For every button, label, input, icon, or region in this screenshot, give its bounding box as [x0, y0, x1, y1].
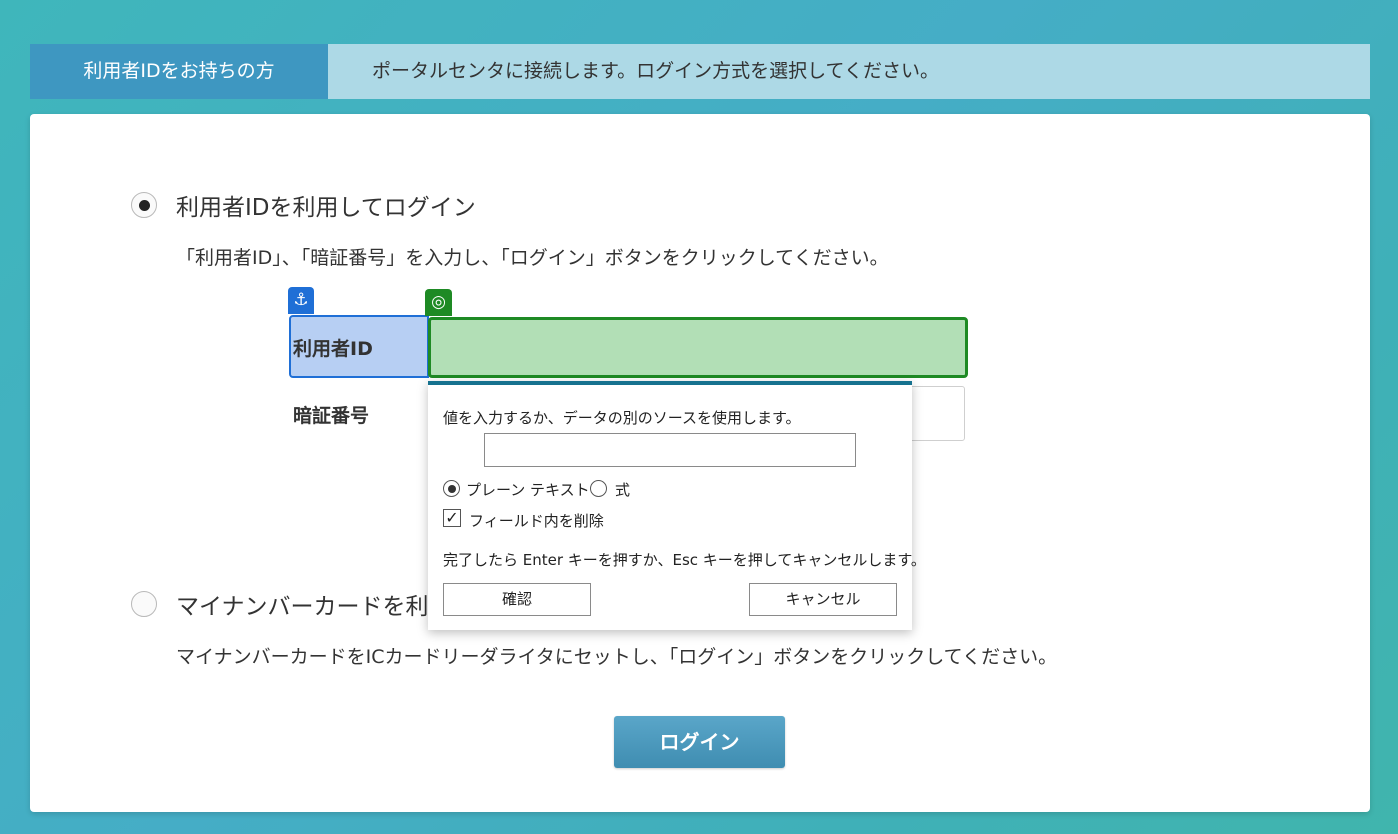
- login-method-card-radio[interactable]: [131, 591, 157, 617]
- popup-prompt: 値を入力するか、データの別のソースを使用します。: [443, 409, 801, 427]
- confirm-button[interactable]: 確認: [443, 583, 591, 616]
- expression-radio[interactable]: [590, 480, 607, 497]
- target-icon: ◎: [425, 289, 452, 316]
- popup-hint: 完了したら Enter キーを押すか、Esc キーを押してキャンセルします。: [443, 551, 926, 569]
- option-card-title: マイナンバーカードを利: [176, 594, 429, 620]
- user-id-input[interactable]: [428, 317, 968, 378]
- pin-label: 暗証番号: [293, 405, 370, 427]
- option-id-title: 利用者IDを利用してログイン: [176, 195, 476, 221]
- value-input-popup: 値を入力するか、データの別のソースを使用します。 プレーン テキスト 式 ✓ フ…: [428, 381, 926, 630]
- expression-label: 式: [615, 481, 631, 499]
- login-method-id-radio[interactable]: [131, 192, 157, 218]
- header-bar: 利用者IDをお持ちの方 ポータルセンタに接続します。ログイン方式を選択してくださ…: [30, 44, 1370, 99]
- popup-value-input[interactable]: [484, 433, 856, 467]
- clear-field-label: フィールド内を削除: [469, 512, 604, 530]
- cancel-button[interactable]: キャンセル: [749, 583, 897, 616]
- anchor-icon: ⚓: [288, 287, 314, 314]
- user-id-label: 利用者ID: [293, 338, 373, 360]
- header-tab-user-id[interactable]: 利用者IDをお持ちの方: [30, 44, 328, 99]
- plain-text-label: プレーン テキスト: [466, 481, 590, 499]
- option-card-description: マイナンバーカードをICカードリーダライタにセットし、「ログイン」ボタンをクリッ…: [176, 646, 1058, 668]
- plain-text-radio[interactable]: [443, 480, 460, 497]
- login-button[interactable]: ログイン: [614, 716, 785, 768]
- option-id-description: 「利用者ID」、「暗証番号」を入力し、「ログイン」ボタンをクリックしてください。: [176, 247, 889, 269]
- header-description: ポータルセンタに接続します。ログイン方式を選択してください。: [372, 60, 939, 82]
- clear-field-checkbox[interactable]: ✓: [443, 509, 461, 527]
